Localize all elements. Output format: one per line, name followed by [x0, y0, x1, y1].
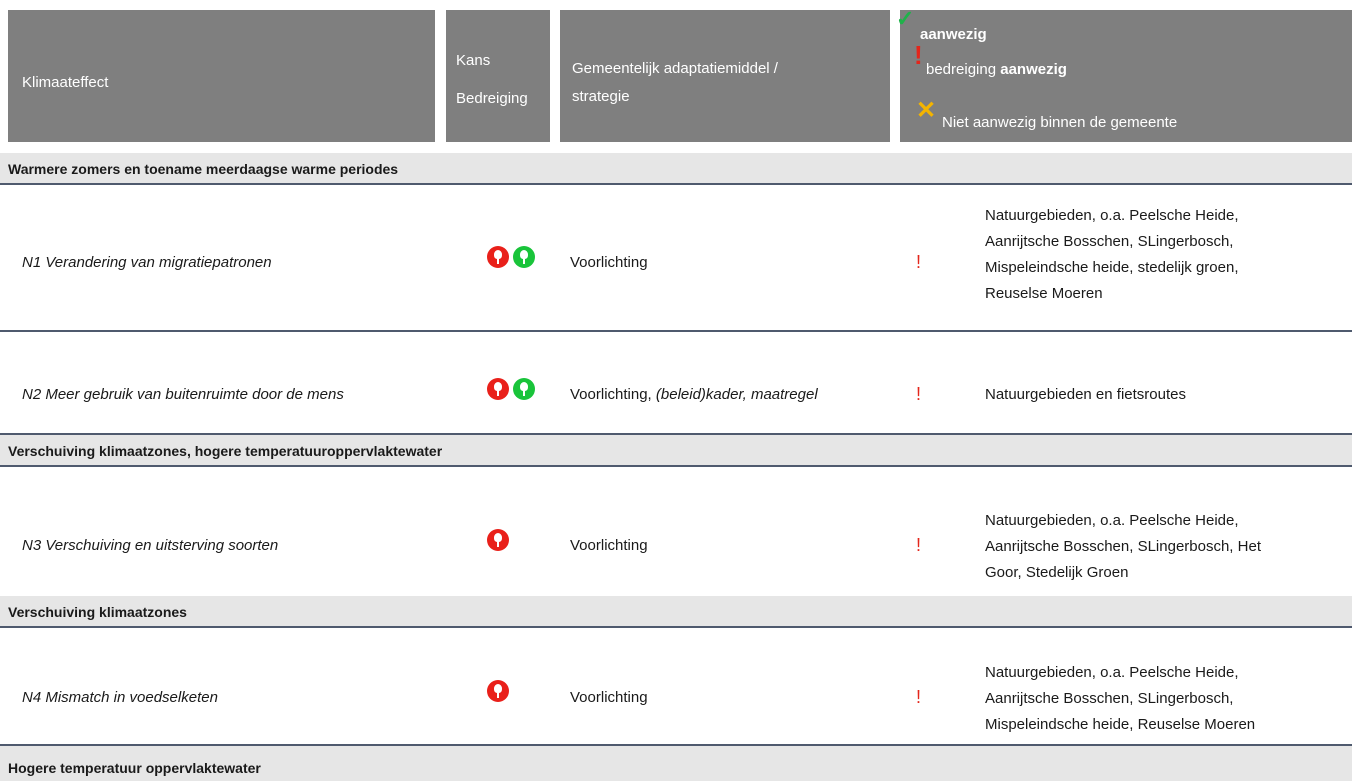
- legend-threat-prefix: bedreiging: [926, 61, 997, 78]
- header-strategy: Gemeentelijk adaptatiemiddel / strategie: [560, 10, 890, 142]
- legend-bang-icon: !: [914, 40, 923, 70]
- section-title: Hogere temperatuur oppervlaktewater: [8, 760, 261, 776]
- threat-present-icon: !: [916, 535, 922, 555]
- opportunity-indicator-icon: [513, 246, 535, 268]
- row-locations: Natuurgebieden, o.a. Peelsche Heide, Aan…: [985, 508, 1261, 586]
- row-strategy: Voorlichting, (beleid)kader, maatregel: [570, 386, 818, 403]
- row-effect: N4 Mismatch in voedselketen: [22, 689, 218, 706]
- header-kans: Kans Bedreiging: [446, 10, 550, 142]
- divider: [0, 330, 1352, 332]
- threat-present-icon: !: [916, 252, 922, 272]
- section-header: Hogere temperatuur oppervlaktewater: [0, 746, 1352, 781]
- header-strategy-label-1: Gemeentelijk adaptatiemiddel /: [572, 60, 778, 77]
- location-line: Natuurgebieden, o.a. Peelsche Heide,: [985, 664, 1239, 681]
- row-strategy: Voorlichting: [570, 254, 648, 271]
- location-line: Aanrijtsche Bosschen, SLingerbosch,: [985, 690, 1234, 707]
- location-line: Reuselse Moeren: [985, 285, 1103, 302]
- legend-check-icon: ✓: [896, 6, 915, 31]
- header-effect-label: Klimaateffect: [22, 74, 109, 91]
- header-kans-label-2: Bedreiging: [456, 90, 528, 107]
- location-line: Natuurgebieden, o.a. Peelsche Heide,: [985, 512, 1239, 529]
- row-strategy: Voorlichting: [570, 537, 648, 554]
- location-line: Goor, Stedelijk Groen: [985, 564, 1129, 581]
- header-legend: ✓ aanwezig ! bedreiging aanwezig ✕ Niet …: [896, 6, 1352, 142]
- location-line: Mispeleindsche heide, stedelijk groen,: [985, 259, 1239, 276]
- strategy-italic: (beleid)kader, maatregel: [655, 386, 818, 403]
- section-title: Warmere zomers en toename meerdaagse war…: [8, 161, 399, 177]
- threat-present-icon: !: [916, 384, 922, 404]
- section-header: Verschuiving klimaatzones: [0, 596, 1352, 626]
- row-effect: N1 Verandering van migratiepatronen: [22, 254, 272, 271]
- row-strategy: Voorlichting: [570, 689, 648, 706]
- row-locations: Natuurgebieden, o.a. Peelsche Heide, Aan…: [985, 660, 1255, 738]
- header-kans-label-1: Kans: [456, 52, 491, 69]
- threat-indicator-icon: [487, 246, 509, 268]
- threat-indicator-icon: [487, 680, 509, 702]
- location-line: Natuurgebieden, o.a. Peelsche Heide,: [985, 207, 1239, 224]
- divider: [0, 465, 1352, 467]
- section-title: Verschuiving klimaatzones, hogere temper…: [8, 443, 443, 459]
- row-effect: N2 Meer gebruik van buitenruimte door de…: [22, 386, 344, 403]
- threat-indicator-icon: [487, 529, 509, 551]
- location-line: Mispeleindsche heide, Reuselse Moeren: [985, 716, 1256, 733]
- location-line: Natuurgebieden en fietsroutes: [985, 386, 1186, 403]
- legend-absent-label: Niet aanwezig binnen de gemeente: [942, 114, 1178, 131]
- legend-cross-icon: ✕: [916, 97, 937, 124]
- header-strategy-label-2: strategie: [572, 88, 630, 105]
- opportunity-indicator-icon: [513, 378, 535, 400]
- section-header: Warmere zomers en toename meerdaagse war…: [0, 153, 1352, 183]
- threat-indicator-icon: [487, 378, 509, 400]
- section-header: Verschuiving klimaatzones, hogere temper…: [0, 435, 1352, 465]
- legend-threat-label: bedreiging aanwezig: [926, 61, 1067, 78]
- section-title: Verschuiving klimaatzones: [8, 604, 187, 620]
- row-locations: Natuurgebieden en fietsroutes: [985, 382, 1186, 408]
- divider: [0, 626, 1352, 628]
- strategy-plain: Voorlichting,: [570, 386, 656, 403]
- location-line: Aanrijtsche Bosschen, SLingerbosch, Het: [985, 538, 1261, 555]
- location-line: Aanrijtsche Bosschen, SLingerbosch,: [985, 233, 1234, 250]
- row-effect: N3 Verschuiving en uitsterving soorten: [22, 537, 279, 554]
- header-effect: Klimaateffect: [8, 10, 435, 142]
- threat-present-icon: !: [916, 687, 922, 707]
- row-locations: Natuurgebieden, o.a. Peelsche Heide, Aan…: [985, 203, 1239, 307]
- legend-threat-bold: aanwezig: [1000, 61, 1067, 78]
- divider: [0, 183, 1352, 185]
- legend-present-label: aanwezig: [920, 26, 987, 43]
